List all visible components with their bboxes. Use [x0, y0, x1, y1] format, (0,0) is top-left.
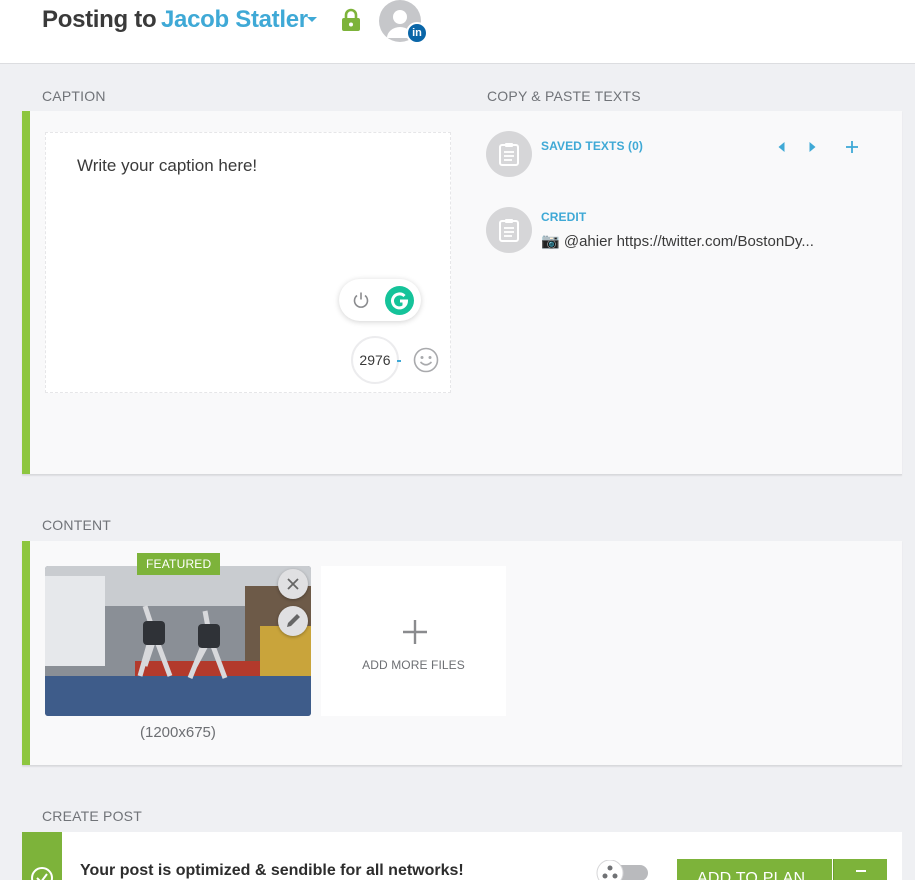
emoji-icon[interactable]: [413, 347, 439, 373]
media-dimensions: (1200x675): [140, 724, 216, 741]
linkedin-icon: in: [406, 22, 428, 44]
pencil-icon[interactable]: [278, 606, 308, 636]
chevron-left-icon[interactable]: [775, 140, 789, 154]
chevron-down-icon[interactable]: [834, 859, 888, 880]
chevron-down-icon[interactable]: [307, 17, 317, 22]
add-to-plan-dropdown[interactable]: [833, 859, 887, 880]
counter-progress: [397, 360, 401, 362]
close-icon[interactable]: [278, 569, 308, 599]
chevron-right-icon[interactable]: [805, 140, 819, 154]
copy-paste-section-label: COPY & PASTE TEXTS: [487, 88, 641, 104]
edit-media-button[interactable]: [278, 606, 308, 636]
create-post-section-label: CREATE POST: [42, 808, 142, 824]
status-accent: [22, 832, 62, 880]
featured-badge: FEATURED: [137, 553, 221, 575]
content-panel: FEATURED (1200x675) ADD MORE FILES: [22, 541, 902, 766]
panel-accent-bar: [22, 111, 30, 474]
plus-icon[interactable]: [845, 140, 859, 154]
create-post-panel: Your post is optimized & sendible for al…: [22, 832, 902, 880]
clipboard-icon: [486, 207, 532, 253]
add-more-files-button[interactable]: ADD MORE FILES: [321, 566, 506, 716]
panel-accent-bar: [22, 541, 30, 765]
media-thumbnail[interactable]: [45, 566, 311, 716]
grammarly-icon[interactable]: [385, 286, 414, 315]
caption-placeholder[interactable]: Write your caption here!: [77, 156, 257, 176]
saved-texts-label[interactable]: SAVED TEXTS (0): [541, 139, 643, 153]
optimized-status-text: Your post is optimized & sendible for al…: [80, 862, 464, 879]
content-section-label: CONTENT: [42, 517, 112, 533]
credit-label[interactable]: CREDIT: [541, 210, 586, 224]
posting-to-label: Posting to: [42, 6, 157, 33]
caption-section-label: CAPTION: [42, 88, 106, 104]
account-selector[interactable]: Jacob Statler: [161, 6, 308, 34]
add-more-files-label[interactable]: ADD MORE FILES: [321, 658, 506, 672]
power-icon[interactable]: [351, 290, 371, 310]
check-icon: [31, 867, 53, 880]
plus-icon[interactable]: [401, 618, 429, 646]
grammarly-widget[interactable]: [339, 279, 421, 321]
caption-panel: Write your caption here! 2976 SAVED TEXT…: [22, 111, 902, 475]
caption-editor[interactable]: Write your caption here! 2976: [45, 132, 451, 393]
lock-icon[interactable]: [341, 8, 361, 32]
character-counter: 2976: [351, 336, 399, 384]
clipboard-icon: [486, 131, 532, 177]
add-to-plan-button[interactable]: ADD TO PLAN: [677, 859, 832, 880]
remove-media-button[interactable]: [278, 569, 308, 599]
credit-text[interactable]: 📷 @ahier https://twitter.com/BostonDy...: [541, 232, 814, 250]
recycle-toggle[interactable]: [592, 859, 648, 880]
header-bar: Posting to Jacob Statler in: [0, 0, 915, 64]
